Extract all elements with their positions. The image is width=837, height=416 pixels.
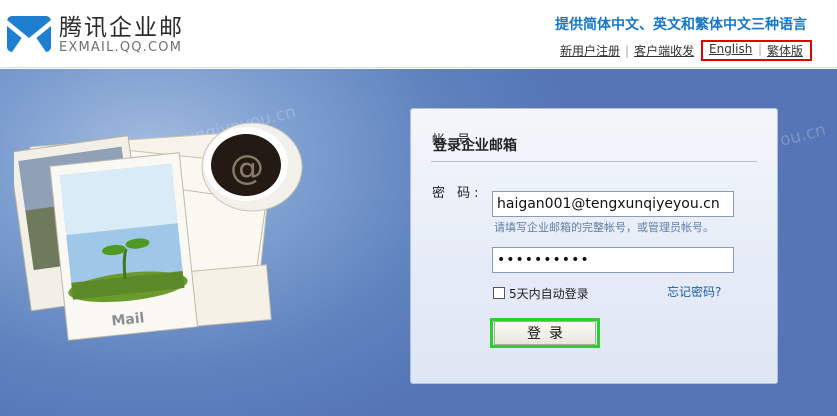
traditional-chinese-link[interactable]: 繁体版 [767,42,803,59]
remember-label: 5天内自动登录 [509,287,589,301]
top-links: 新用户注册 | 客户端收发 [560,42,694,59]
link-separator: | [625,44,630,58]
brand-name: 腾讯企业邮 [59,15,184,41]
title-divider [431,161,757,162]
account-hint: 请填写企业邮箱的完整帐号，或管理员帐号。 [494,221,714,234]
remember-checkbox[interactable] [493,287,505,299]
main-area: www.tengxunqiyeyou.cn www.tengxunqiyeyou… [0,69,837,416]
language-separator: | [758,42,763,56]
sprout-photo-icon: Mail [49,152,199,341]
brand-domain: EXMAIL.QQ.COM [59,40,183,55]
forgot-password-link[interactable]: 忘记密码? [667,283,721,300]
english-link[interactable]: English [709,42,752,56]
client-mail-link[interactable]: 客户端收发 [634,44,694,58]
password-label: 密 码: [432,186,483,201]
new-user-register-link[interactable]: 新用户注册 [560,44,620,58]
language-tagline: 提供简体中文、英文和繁体中文三种语言 [555,17,807,33]
header: 腾讯企业邮 EXMAIL.QQ.COM 提供简体中文、英文和繁体中文三种语言 新… [0,0,837,68]
mail-logo-icon [7,16,51,52]
account-input[interactable] [492,191,734,217]
password-input[interactable]: •••••••••• [492,247,734,273]
coffee-cup-icon: @ [201,122,303,212]
account-label: 帐 号: [432,133,483,148]
login-button[interactable]: 登录 [494,321,596,345]
mail-coffee-illustration: Mail @ [14,122,303,341]
at-sign-icon: @ [230,148,264,188]
